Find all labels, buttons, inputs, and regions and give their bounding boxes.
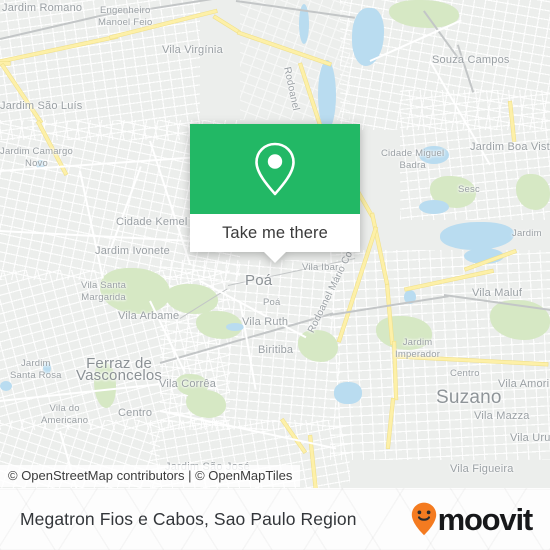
map-water xyxy=(419,146,449,164)
popup-pointer-tail xyxy=(264,252,286,263)
take-me-there-button[interactable]: Take me there xyxy=(190,214,360,252)
moovit-logo[interactable]: moovit xyxy=(411,501,534,537)
map-canvas[interactable]: Rodoanel Rodoanel Mário Covas Jardim Rom… xyxy=(0,0,550,488)
moovit-wordmark: moovit xyxy=(437,501,534,537)
footer-bar: Megatron Fios e Cabos, Sao Paulo Region … xyxy=(0,488,550,550)
moovit-smiley-pin-icon xyxy=(411,502,436,536)
take-me-there-popup[interactable]: Take me there xyxy=(190,124,360,263)
popup-icon-area xyxy=(190,124,360,214)
map-water xyxy=(419,200,449,214)
map-water xyxy=(0,381,12,391)
map-attribution[interactable]: © OpenStreetMap contributors | © OpenMap… xyxy=(0,465,301,487)
map-park xyxy=(94,362,116,408)
map-water xyxy=(334,382,362,404)
location-pin-icon xyxy=(255,142,295,196)
screenshot-root: Rodoanel Rodoanel Mário Covas Jardim Rom… xyxy=(0,0,550,550)
page-title: Megatron Fios e Cabos, Sao Paulo Region xyxy=(20,508,357,529)
map-water xyxy=(226,323,244,331)
map-water xyxy=(318,60,336,130)
map-water xyxy=(43,362,51,374)
